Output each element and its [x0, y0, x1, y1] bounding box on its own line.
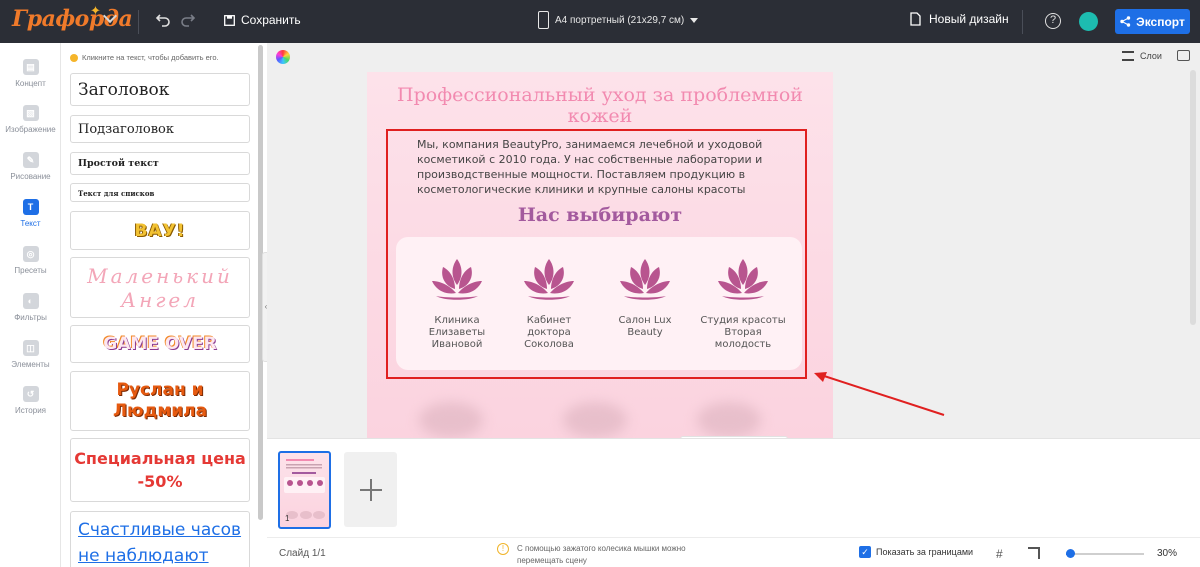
- new-design-label: Новый дизайн: [929, 12, 1009, 26]
- rail-label: Фильтры: [14, 313, 47, 322]
- text-style-game-over[interactable]: GAME OVER: [70, 325, 250, 363]
- rail-item-drawing[interactable]: ✎ Рисование: [0, 152, 61, 181]
- divider: [138, 10, 139, 34]
- warning-icon: !: [497, 543, 509, 555]
- rail-item-filters[interactable]: ◐ Фильтры: [0, 293, 61, 322]
- document-icon: [910, 12, 921, 26]
- rail-label: История: [14, 406, 47, 415]
- blurred-element: [419, 402, 483, 438]
- text-icon: T: [22, 199, 39, 215]
- layers-icon: [1122, 51, 1134, 61]
- navigation-tip: ! С помощью зажатого колесика мышки можн…: [497, 543, 687, 567]
- tip-text: С помощью зажатого колесика мышки можно …: [517, 544, 686, 565]
- show-bounds-checkbox[interactable]: ✓ Показать за границами: [859, 546, 973, 558]
- format-label: A4 портретный (21x29,7 см): [555, 14, 685, 26]
- slides-strip: [267, 438, 1200, 536]
- text-style-vau[interactable]: ВАУ!: [70, 211, 250, 250]
- rail-item-image[interactable]: ▧ Изображение: [0, 105, 61, 134]
- rail-label: Изображение: [5, 125, 56, 134]
- slide-number: 1: [285, 514, 290, 523]
- rail-label: Текст: [20, 219, 41, 228]
- undo-icon[interactable]: [155, 11, 171, 32]
- help-icon[interactable]: ?: [1045, 13, 1061, 29]
- page-title[interactable]: Профессиональный уход за проблемной коже…: [367, 85, 833, 127]
- rail-label: Пресеты: [14, 266, 47, 275]
- zoom-value: 30%: [1157, 548, 1178, 559]
- concept-icon: ▤: [22, 59, 39, 75]
- history-icon: ↺: [22, 386, 39, 402]
- image-icon: ▧: [22, 105, 39, 121]
- export-button[interactable]: Экспорт: [1115, 9, 1190, 34]
- rail-item-history[interactable]: ↺ История: [0, 386, 61, 415]
- color-wheel-icon[interactable]: [276, 50, 290, 64]
- rail-label: Элементы: [11, 360, 50, 369]
- rail-item-elements[interactable]: ◫ Элементы: [0, 340, 61, 369]
- blurred-element: [697, 402, 761, 438]
- divider: [1022, 10, 1023, 34]
- comment-icon[interactable]: [1177, 50, 1190, 61]
- save-label: Сохранить: [241, 13, 301, 27]
- redo-icon[interactable]: [180, 11, 196, 32]
- rail-item-concept[interactable]: ▤ Концепт: [0, 59, 61, 88]
- arrow-annotation: [814, 372, 945, 416]
- text-style-angel[interactable]: Маленький Ангел: [70, 257, 250, 318]
- sparkle-icon: ✦: [90, 3, 101, 18]
- elements-icon: ◫: [22, 340, 39, 356]
- panel-hint: Кликните на текст, чтобы добавить его.: [70, 53, 219, 62]
- rail-label: Концепт: [15, 79, 46, 88]
- layers-button[interactable]: Слои: [1122, 51, 1162, 61]
- info-icon: [70, 53, 78, 62]
- checkbox-checked-icon: ✓: [859, 546, 871, 558]
- bottom-bar: [267, 537, 1200, 567]
- avatar[interactable]: [1079, 12, 1098, 31]
- hint-text: Кликните на текст, чтобы добавить его.: [82, 53, 219, 62]
- canvas-scrollbar[interactable]: [1190, 70, 1196, 325]
- rail-label: Рисование: [10, 172, 51, 181]
- share-icon: [1120, 16, 1131, 27]
- text-panel: Кликните на текст, чтобы добавить его. З…: [61, 43, 266, 567]
- text-style-ruslan[interactable]: Руслан и Людмила: [70, 371, 250, 431]
- app-logo[interactable]: Графорда: [12, 6, 133, 32]
- page-icon: [538, 11, 549, 29]
- show-bounds-label: Показать за границами: [876, 547, 974, 557]
- zoom-slider-handle[interactable]: [1066, 549, 1076, 558]
- text-style-heading[interactable]: Заголовок: [70, 73, 250, 106]
- rail-item-text[interactable]: T Текст: [0, 199, 61, 228]
- export-label: Экспорт: [1136, 14, 1185, 29]
- caret-down-icon: [690, 17, 699, 23]
- text-style-happy-hours[interactable]: Счастливые часов не наблюдают: [70, 511, 250, 567]
- format-selector[interactable]: A4 портретный (21x29,7 см): [538, 11, 699, 29]
- brush-icon: ✎: [22, 152, 39, 168]
- text-style-list[interactable]: Текст для списков: [70, 183, 250, 202]
- add-slide-button[interactable]: [344, 452, 397, 527]
- presets-icon: ◎: [22, 246, 39, 262]
- zoom-slider[interactable]: [1066, 553, 1144, 555]
- rail-item-presets[interactable]: ◎ Пресеты: [0, 246, 61, 275]
- save-button[interactable]: Сохранить: [224, 13, 301, 27]
- filters-icon: ◐: [22, 293, 39, 309]
- highlight-box: [386, 129, 807, 379]
- grid-icon[interactable]: #: [996, 547, 1003, 561]
- save-icon: [224, 14, 235, 26]
- blurred-element: [563, 402, 627, 438]
- slide-counter: Слайд 1/1: [279, 548, 326, 559]
- new-design-button[interactable]: Новый дизайн: [910, 12, 1009, 26]
- text-style-subheading[interactable]: Подзаголовок: [70, 115, 250, 143]
- text-style-plain[interactable]: Простой текст: [70, 152, 250, 175]
- fit-screen-icon[interactable]: [1028, 547, 1040, 559]
- layers-label: Слои: [1140, 51, 1162, 61]
- text-style-special-price[interactable]: Специальная цена -50%: [70, 438, 250, 502]
